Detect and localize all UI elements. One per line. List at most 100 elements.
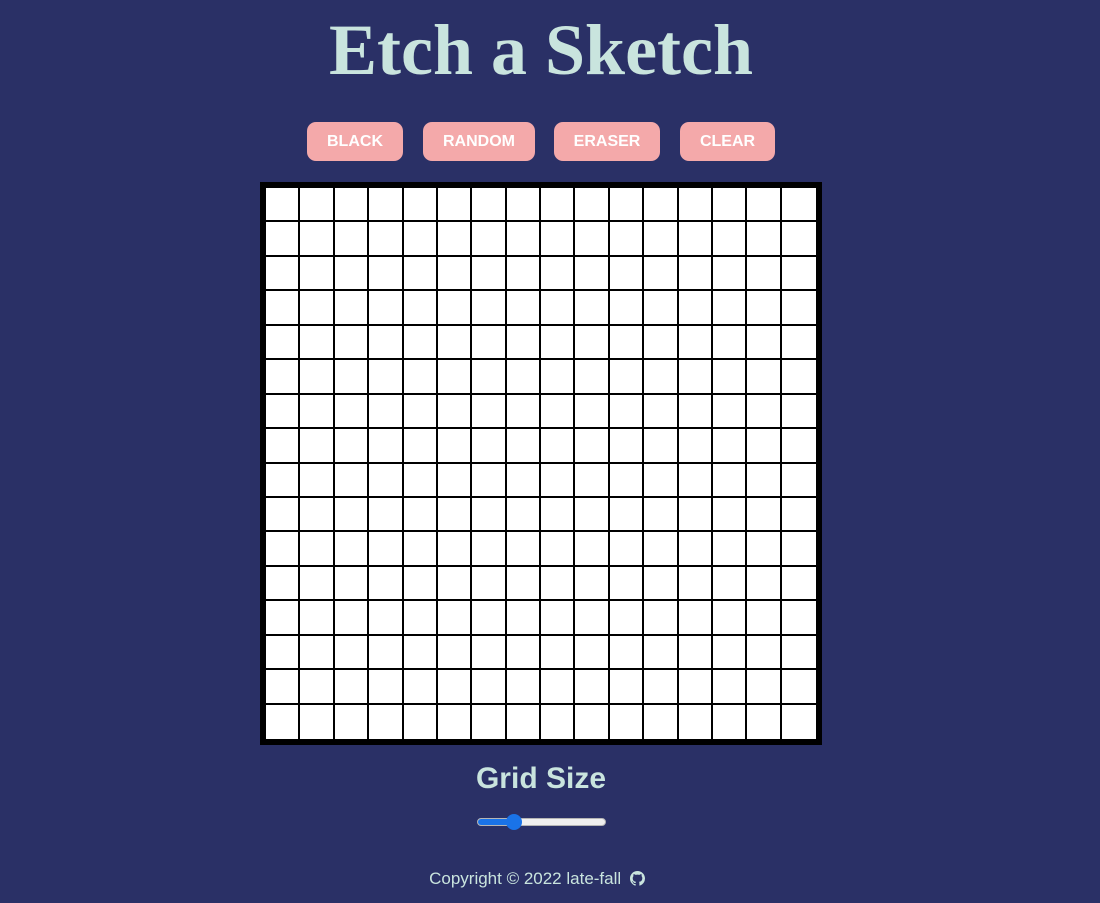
grid-cell[interactable] bbox=[506, 222, 541, 257]
grid-cell[interactable] bbox=[575, 291, 610, 326]
grid-cell[interactable] bbox=[575, 463, 610, 498]
grid-cell[interactable] bbox=[437, 670, 473, 705]
grid-cell[interactable] bbox=[506, 635, 541, 671]
grid-cell[interactable] bbox=[712, 532, 748, 567]
github-icon[interactable] bbox=[629, 871, 645, 891]
grid-cell[interactable] bbox=[403, 291, 438, 326]
grid-cell[interactable] bbox=[369, 566, 404, 602]
grid-cell[interactable] bbox=[541, 566, 576, 602]
grid-cell[interactable] bbox=[300, 601, 335, 636]
grid-cell[interactable] bbox=[541, 360, 576, 395]
grid-cell[interactable] bbox=[334, 188, 370, 223]
grid-cell[interactable] bbox=[266, 325, 301, 361]
grid-cell[interactable] bbox=[266, 222, 301, 257]
grid-cell[interactable] bbox=[266, 429, 301, 464]
grid-cell[interactable] bbox=[541, 670, 576, 705]
grid-cell[interactable] bbox=[300, 256, 335, 292]
grid-cell[interactable] bbox=[403, 325, 438, 361]
grid-cell[interactable] bbox=[541, 463, 576, 498]
grid-cell[interactable] bbox=[747, 325, 782, 361]
grid-cell[interactable] bbox=[747, 463, 782, 498]
grid-cell[interactable] bbox=[541, 222, 576, 257]
black-button[interactable]: BLACK bbox=[307, 122, 403, 161]
grid-cell[interactable] bbox=[678, 497, 713, 533]
grid-cell[interactable] bbox=[369, 325, 404, 361]
grid-cell[interactable] bbox=[747, 601, 782, 636]
grid-cell[interactable] bbox=[266, 566, 301, 602]
grid-cell[interactable] bbox=[403, 497, 438, 533]
grid-cell[interactable] bbox=[300, 188, 335, 223]
grid-cell[interactable] bbox=[266, 188, 301, 223]
grid-cell[interactable] bbox=[266, 532, 301, 567]
grid-cell[interactable] bbox=[712, 635, 748, 671]
grid-cell[interactable] bbox=[781, 532, 816, 567]
grid-cell[interactable] bbox=[403, 532, 438, 567]
grid-cell[interactable] bbox=[678, 566, 713, 602]
grid-cell[interactable] bbox=[781, 256, 816, 292]
grid-cell[interactable] bbox=[506, 497, 541, 533]
grid-cell[interactable] bbox=[472, 601, 507, 636]
grid-cell[interactable] bbox=[506, 463, 541, 498]
grid-cell[interactable] bbox=[437, 704, 473, 739]
grid-cell[interactable] bbox=[541, 256, 576, 292]
grid-cell[interactable] bbox=[644, 704, 679, 739]
grid-cell[interactable] bbox=[403, 222, 438, 257]
grid-cell[interactable] bbox=[300, 670, 335, 705]
grid-cell[interactable] bbox=[678, 360, 713, 395]
grid-cell[interactable] bbox=[781, 704, 816, 739]
grid-cell[interactable] bbox=[712, 325, 748, 361]
grid-cell[interactable] bbox=[437, 429, 473, 464]
grid-cell[interactable] bbox=[575, 256, 610, 292]
grid-cell[interactable] bbox=[747, 360, 782, 395]
grid-cell[interactable] bbox=[678, 394, 713, 430]
grid-cell[interactable] bbox=[369, 188, 404, 223]
grid-cell[interactable] bbox=[266, 497, 301, 533]
grid-cell[interactable] bbox=[437, 601, 473, 636]
grid-cell[interactable] bbox=[300, 325, 335, 361]
grid-cell[interactable] bbox=[506, 256, 541, 292]
grid-cell[interactable] bbox=[747, 635, 782, 671]
grid-cell[interactable] bbox=[575, 360, 610, 395]
grid-cell[interactable] bbox=[678, 704, 713, 739]
grid-cell[interactable] bbox=[266, 394, 301, 430]
grid-cell[interactable] bbox=[747, 532, 782, 567]
grid-cell[interactable] bbox=[369, 429, 404, 464]
grid-cell[interactable] bbox=[300, 222, 335, 257]
grid-cell[interactable] bbox=[747, 394, 782, 430]
grid-cell[interactable] bbox=[609, 463, 645, 498]
grid-cell[interactable] bbox=[506, 704, 541, 739]
grid-size-slider[interactable] bbox=[477, 812, 606, 832]
grid-cell[interactable] bbox=[403, 635, 438, 671]
grid-cell[interactable] bbox=[609, 497, 645, 533]
grid-cell[interactable] bbox=[541, 394, 576, 430]
grid-cell[interactable] bbox=[781, 429, 816, 464]
random-button[interactable]: RANDOM bbox=[423, 122, 535, 161]
grid-cell[interactable] bbox=[781, 670, 816, 705]
grid-cell[interactable] bbox=[369, 532, 404, 567]
grid-cell[interactable] bbox=[644, 360, 679, 395]
grid-cell[interactable] bbox=[781, 394, 816, 430]
grid-cell[interactable] bbox=[266, 601, 301, 636]
grid-cell[interactable] bbox=[712, 566, 748, 602]
grid-cell[interactable] bbox=[334, 291, 370, 326]
grid-cell[interactable] bbox=[747, 670, 782, 705]
grid-cell[interactable] bbox=[781, 188, 816, 223]
grid-cell[interactable] bbox=[266, 635, 301, 671]
grid-cell[interactable] bbox=[575, 532, 610, 567]
grid-cell[interactable] bbox=[575, 188, 610, 223]
grid-cell[interactable] bbox=[678, 291, 713, 326]
grid-cell[interactable] bbox=[541, 188, 576, 223]
grid-cell[interactable] bbox=[506, 325, 541, 361]
grid-cell[interactable] bbox=[472, 188, 507, 223]
grid-cell[interactable] bbox=[266, 704, 301, 739]
grid-cell[interactable] bbox=[747, 497, 782, 533]
grid-cell[interactable] bbox=[472, 325, 507, 361]
grid-cell[interactable] bbox=[300, 704, 335, 739]
grid-cell[interactable] bbox=[472, 360, 507, 395]
grid-cell[interactable] bbox=[506, 291, 541, 326]
grid-cell[interactable] bbox=[609, 670, 645, 705]
grid-cell[interactable] bbox=[644, 325, 679, 361]
grid-cell[interactable] bbox=[369, 704, 404, 739]
grid-cell[interactable] bbox=[506, 566, 541, 602]
grid-cell[interactable] bbox=[781, 325, 816, 361]
